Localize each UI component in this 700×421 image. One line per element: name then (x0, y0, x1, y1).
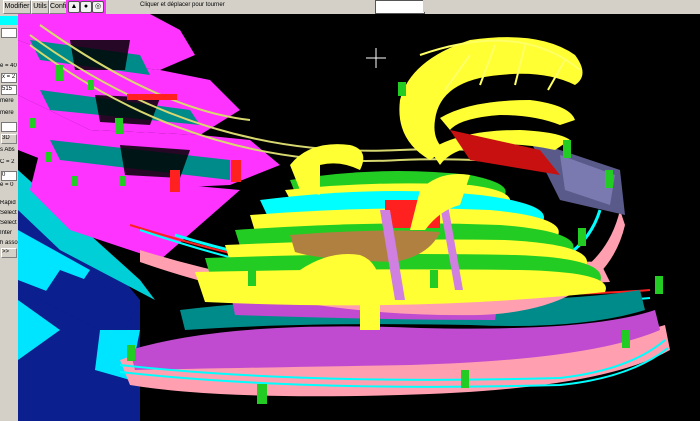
panel-label-e0: e = 0 (0, 182, 14, 188)
panel-label-c2: C = 2 (0, 159, 15, 165)
panel-label-mere-1: mère (0, 98, 14, 104)
panel-field-x[interactable]: x = 2 (1, 73, 17, 83)
panel-option-asso[interactable]: h asso (0, 240, 18, 246)
menu-config[interactable]: Config (49, 0, 70, 14)
tool-button-2[interactable]: ● (80, 1, 92, 13)
tool-button-3[interactable]: ◎ (92, 1, 104, 13)
panel-option-select-1[interactable]: Sélect (0, 210, 18, 216)
properties-panel: e = 40 x = 2 515 mère mère 3D s Abs C = … (0, 14, 19, 421)
panel-option-rapid[interactable]: Rapid (0, 200, 18, 206)
toolbar-empty-area (423, 0, 700, 12)
panel-label-abs: s Abs (0, 147, 15, 153)
panel-option-inter[interactable]: Inter (0, 230, 18, 236)
panel-dropdown[interactable] (1, 122, 17, 132)
panel-field-515[interactable]: 515 (1, 85, 17, 95)
tool-button-1[interactable]: ▲ (68, 1, 80, 13)
toolbar-strip: ▲ ● ◎ (66, 0, 106, 14)
menu-bar: Modifier Utils Config ▲ ● ◎ Cliquer et d… (0, 0, 700, 14)
3d-viewport[interactable] (18, 14, 700, 421)
panel-label-e40: e = 40 (0, 63, 17, 69)
panel-3d-button[interactable]: 3D (1, 134, 17, 144)
menu-utils[interactable]: Utils (31, 0, 49, 14)
command-field[interactable] (375, 0, 425, 14)
status-hint: Cliquer et déplacer pour tourner (140, 2, 225, 8)
panel-field-1[interactable] (1, 28, 17, 38)
menu-modifier[interactable]: Modifier (3, 0, 31, 14)
panel-field-0[interactable]: 0 (1, 171, 17, 181)
panel-label-mere-2: mère (0, 110, 14, 116)
panel-more-button[interactable]: >> (1, 248, 17, 258)
panel-color-swatch[interactable] (0, 16, 18, 25)
panel-option-select-2[interactable]: Sélect (0, 220, 18, 226)
